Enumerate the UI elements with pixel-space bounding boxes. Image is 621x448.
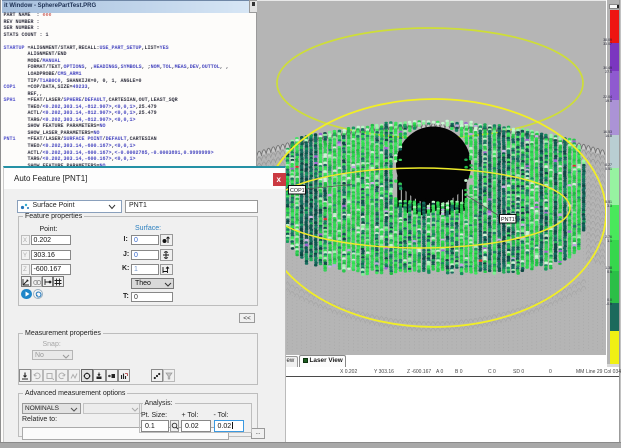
svg-text:COP1*: COP1* [290,188,308,194]
svg-text:PNT1*: PNT1* [501,217,518,223]
